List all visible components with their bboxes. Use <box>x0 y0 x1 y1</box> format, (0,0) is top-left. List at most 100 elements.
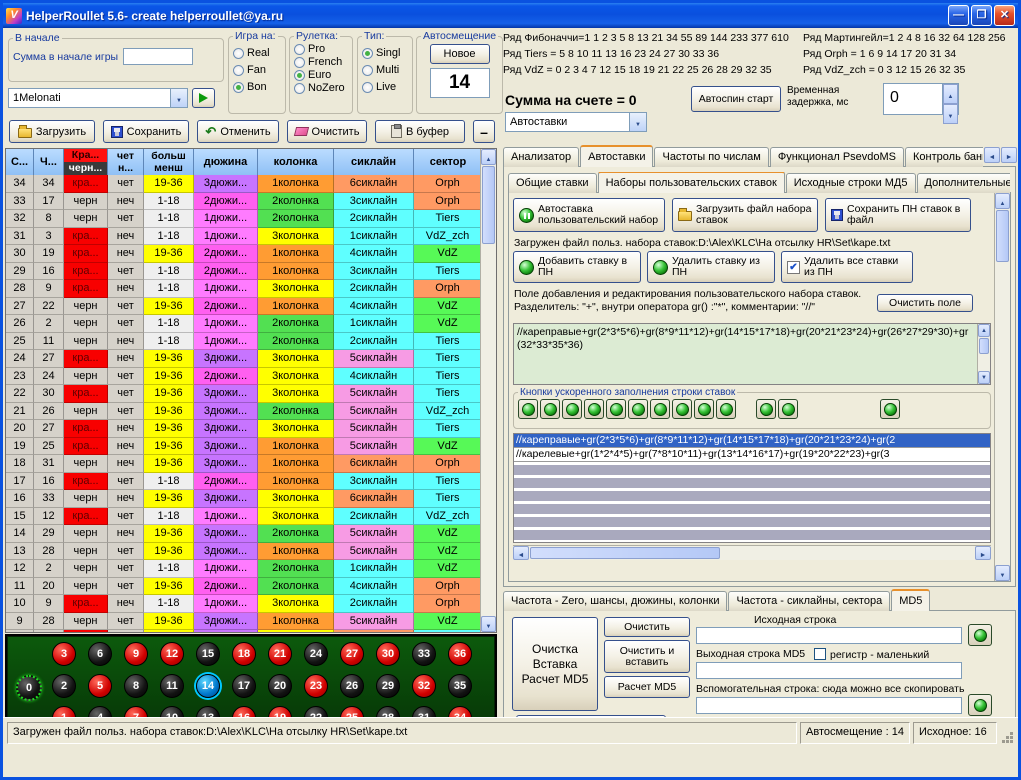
table-row[interactable]: 2126чернчет19-363дюжи...2колонка5сиклайн… <box>6 403 496 421</box>
roulette-number-2[interactable]: 2 <box>52 674 76 698</box>
roulette-number-24[interactable]: 24 <box>304 642 328 666</box>
table-row[interactable]: 1716кра...чет1-182дюжи...1колонка3сиклай… <box>6 473 496 491</box>
green-sphere-icon[interactable] <box>650 399 670 419</box>
table-row[interactable]: 289кра...неч1-181дюжи...3колонка2сиклайн… <box>6 280 496 298</box>
maximize-button[interactable]: ❐ <box>971 5 992 26</box>
tab-scroll-left-button[interactable] <box>984 147 1000 163</box>
scroll-left-button[interactable] <box>513 546 529 560</box>
roulette-number-30[interactable]: 30 <box>376 642 400 666</box>
spin-down-button[interactable] <box>943 104 958 124</box>
register-checkbox[interactable] <box>814 648 826 660</box>
table-row[interactable]: 928чернчет19-363дюжи...1колонка5сиклайнV… <box>6 613 496 631</box>
close-button[interactable]: ✕ <box>994 5 1015 26</box>
scroll-up-button[interactable] <box>995 193 1010 209</box>
table-scrollbar[interactable] <box>480 149 496 632</box>
roulette-number-8[interactable]: 8 <box>124 674 148 698</box>
scroll-thumb[interactable] <box>996 210 1009 262</box>
scroll-up-button[interactable] <box>978 324 990 337</box>
roulette-number-3[interactable]: 3 <box>52 642 76 666</box>
radio-multi[interactable]: Multi <box>362 64 408 76</box>
radio-pro[interactable]: Pro <box>294 43 348 55</box>
tab-number-frequencies[interactable]: Частоты по числам <box>654 147 768 167</box>
table-row[interactable]: 3019кра...неч19-362дюжи...1колонка4сикла… <box>6 245 496 263</box>
list-item[interactable]: //карелевые+gr(1*2*4*5)+gr(7*8*10*11)+gr… <box>514 448 990 462</box>
autospin-start-button[interactable]: Автоспин старт <box>691 86 781 112</box>
load-bet-file-button[interactable]: Загрузить файл набора ставок <box>672 198 818 232</box>
green-sphere-icon[interactable] <box>716 399 736 419</box>
roulette-number-5[interactable]: 5 <box>88 674 112 698</box>
roulette-number-33[interactable]: 33 <box>412 642 436 666</box>
list-h-scrollbar[interactable] <box>513 545 991 560</box>
roulette-number-27[interactable]: 27 <box>340 642 364 666</box>
table-row[interactable]: 2230кра...чет19-363дюжи...3колонка5сикла… <box>6 385 496 403</box>
list-item[interactable]: //кареправые+gr(2*3*5*6)+gr(8*9*11*12)+g… <box>514 434 990 448</box>
chevron-down-icon[interactable] <box>629 113 646 131</box>
tab-md5[interactable]: MD5 <box>891 589 930 611</box>
table-row[interactable]: 1633черннеч19-363дюжи...3колонка6сиклайн… <box>6 490 496 508</box>
tab-psevdoms[interactable]: Функционал PsevdoMS <box>770 147 904 167</box>
roulette-number-12[interactable]: 12 <box>160 642 184 666</box>
editor-scrollbar[interactable] <box>977 324 990 384</box>
roulette-number-0[interactable]: 0 <box>16 675 42 701</box>
panel-scrollbar[interactable] <box>994 193 1010 581</box>
table-row[interactable]: 2027кра...неч19-363дюжи...3колонка5сикла… <box>6 420 496 438</box>
resize-grip[interactable] <box>1000 722 1014 744</box>
green-sphere-icon[interactable] <box>756 399 776 419</box>
table-row[interactable]: 1831черннеч19-363дюжи...1колонка6сиклайн… <box>6 455 496 473</box>
tab-autobets[interactable]: Автоставки <box>580 145 653 167</box>
green-sphere-icon[interactable] <box>880 399 900 419</box>
tab-md5-source-strings[interactable]: Исходные строки МД5 <box>786 173 916 193</box>
chevron-down-icon[interactable] <box>170 89 187 107</box>
clear-field-button[interactable]: Очистить поле <box>877 294 973 312</box>
green-sphere-icon[interactable] <box>672 399 692 419</box>
md5-calc-button[interactable]: Расчет MD5 <box>604 676 690 698</box>
radio-bon[interactable]: Bon <box>233 81 281 93</box>
md5-source-input[interactable] <box>696 627 962 644</box>
start-sum-input[interactable] <box>123 48 193 65</box>
roulette-number-18[interactable]: 18 <box>232 642 256 666</box>
green-sphere-icon[interactable] <box>562 399 582 419</box>
scroll-track[interactable] <box>481 165 496 616</box>
minimize-button[interactable]: — <box>948 5 969 26</box>
roulette-number-20[interactable]: 20 <box>268 674 292 698</box>
scroll-right-button[interactable] <box>975 546 991 560</box>
table-row[interactable]: 2722чернчет19-362дюжи...1колонка4сиклайн… <box>6 298 496 316</box>
load-button[interactable]: Загрузить <box>9 120 95 143</box>
table-row[interactable]: 262чернчет1-181дюжи...2колонка1сиклайнVd… <box>6 315 496 333</box>
table-row[interactable]: 109кра...неч1-181дюжи...3колонка2сиклайн… <box>6 595 496 613</box>
green-sphere-icon[interactable] <box>694 399 714 419</box>
scroll-down-button[interactable] <box>481 616 496 632</box>
tab-bankroll-control[interactable]: Контроль банкролла <box>905 147 983 167</box>
table-row[interactable]: 2427кра...неч19-363дюжи...3колонка5сикла… <box>6 350 496 368</box>
scroll-down-button[interactable] <box>978 371 990 384</box>
system-combobox[interactable]: 1Melonati <box>8 88 188 108</box>
md5-clear-button[interactable]: Очистить <box>604 617 690 637</box>
green-sphere-icon[interactable] <box>540 399 560 419</box>
play-button[interactable] <box>192 88 215 108</box>
save-bet-file-button[interactable]: Сохранить ПН ставок в файл <box>825 198 971 232</box>
clear-button[interactable]: Очистить <box>287 120 367 143</box>
tab-freq-sixlines[interactable]: Частота - сиклайны, сектора <box>728 591 890 611</box>
roulette-number-9[interactable]: 9 <box>124 642 148 666</box>
md5-aux-sphere-button[interactable] <box>968 694 992 716</box>
remove-bet-button[interactable]: Удалить ставку из ПН <box>647 251 775 283</box>
autobets-combobox[interactable]: Автоставки <box>505 112 647 132</box>
to-buffer-button[interactable]: В буфер <box>375 120 465 143</box>
table-row[interactable]: 1512кра...чет1-181дюжи...3колонка2сиклай… <box>6 508 496 526</box>
roulette-number-11[interactable]: 11 <box>160 674 184 698</box>
roulette-number-26[interactable]: 26 <box>340 674 364 698</box>
green-sphere-icon[interactable] <box>606 399 626 419</box>
tab-common-bets[interactable]: Общие ставки <box>508 173 597 193</box>
roulette-number-21[interactable]: 21 <box>268 642 292 666</box>
tab-user-bet-sets[interactable]: Наборы пользовательских ставок <box>598 172 785 193</box>
table-row[interactable]: 3434кра...чет19-363дюжи...1колонка6сикла… <box>6 175 496 193</box>
table-row[interactable]: 122чернчет1-181дюжи...2колонка1сиклайнVd… <box>6 560 496 578</box>
radio-live[interactable]: Live <box>362 81 408 93</box>
remove-all-bets-button[interactable]: Удалить все ставки из ПН <box>781 251 913 283</box>
green-sphere-icon[interactable] <box>518 399 538 419</box>
table-row[interactable]: 1328чернчет19-363дюжи...1колонка5сиклайн… <box>6 543 496 561</box>
md5-output-input[interactable] <box>696 662 962 679</box>
radio-euro[interactable]: Euro <box>294 69 348 81</box>
collapse-button[interactable] <box>473 120 495 143</box>
roulette-number-35[interactable]: 35 <box>448 674 472 698</box>
